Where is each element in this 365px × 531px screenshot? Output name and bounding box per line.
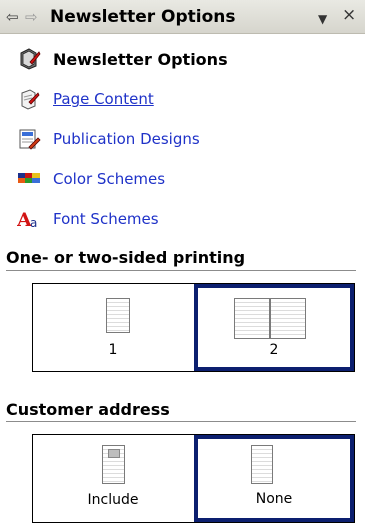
nav-label-page-content[interactable]: Page Content — [53, 90, 154, 108]
close-icon[interactable]: × — [342, 6, 356, 24]
section-title-customer-address: Customer address — [6, 400, 170, 419]
left-page-icon — [234, 298, 270, 339]
section-title-printing: One- or two-sided printing — [6, 248, 246, 267]
nav-label-newsletter-options: Newsletter Options — [53, 49, 228, 69]
nav-label-font-schemes[interactable]: Font Schemes — [53, 210, 159, 228]
option-no-address[interactable]: None — [194, 435, 354, 522]
nav-item-color-schemes[interactable]: Color Schemes — [17, 164, 165, 194]
address-block-icon — [108, 449, 120, 458]
single-page-icon — [106, 298, 130, 333]
color-schemes-icon — [17, 167, 41, 191]
task-pane-title: Newsletter Options — [50, 7, 236, 27]
blank-page-icon — [251, 445, 273, 484]
publication-designs-icon — [17, 127, 41, 151]
page-content-icon — [17, 87, 41, 111]
forward-arrow-icon[interactable]: ⇨ — [25, 8, 38, 26]
nav-item-page-content[interactable]: Page Content — [17, 84, 154, 114]
nav-item-font-schemes[interactable]: A a Font Schemes — [16, 204, 159, 234]
option-one-sided[interactable]: 1 — [33, 284, 193, 371]
option-two-sided[interactable]: 2 — [194, 284, 354, 371]
nav-label-color-schemes[interactable]: Color Schemes — [53, 170, 165, 188]
option-label: 1 — [108, 342, 118, 358]
printing-options-box: 1 2 — [32, 283, 355, 372]
option-label: Include — [87, 492, 139, 508]
nav-item-newsletter-options: Newsletter Options — [17, 44, 228, 74]
back-arrow-icon[interactable]: ⇦ — [6, 8, 19, 26]
nav-item-publication-designs[interactable]: Publication Designs — [17, 124, 200, 154]
page-with-address-icon — [102, 445, 125, 484]
option-include-address[interactable]: Include — [33, 435, 193, 522]
newsletter-options-icon — [17, 47, 41, 71]
font-schemes-icon: A a — [16, 207, 41, 231]
address-options-box: Include None — [32, 434, 355, 523]
option-label: None — [255, 491, 293, 507]
svg-text:a: a — [30, 216, 37, 230]
section-divider — [6, 270, 356, 272]
pane-menu-dropdown-icon[interactable]: ▼ — [318, 10, 327, 28]
right-page-icon — [270, 298, 306, 339]
option-label: 2 — [269, 342, 279, 358]
nav-label-publication-designs[interactable]: Publication Designs — [53, 130, 200, 148]
task-pane-titlebar: ⇦ ⇨ Newsletter Options ▼ × — [0, 0, 365, 34]
section-divider — [6, 421, 356, 423]
